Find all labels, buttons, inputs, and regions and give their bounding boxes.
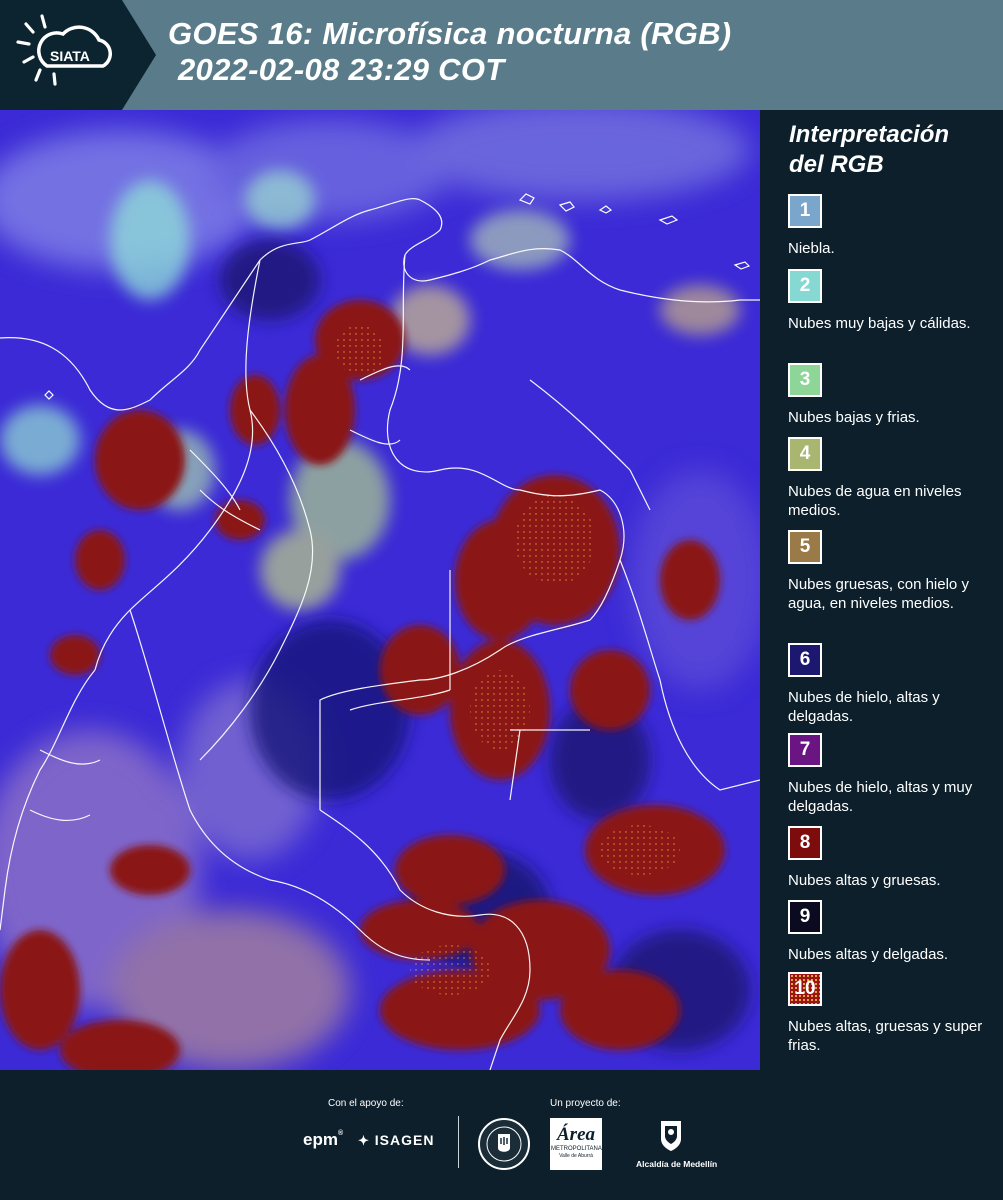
legend-item-7: 7 Nubes de hielo, altas y muy delgadas. bbox=[788, 733, 998, 816]
footer: Con el apoyo de: Un proyecto de: epm® ✦ … bbox=[0, 1070, 1003, 1200]
legend-swatch: 3 bbox=[788, 363, 822, 397]
legend-item-8: 8 Nubes altas y gruesas. bbox=[788, 826, 998, 890]
header-bar: SIATA GOES 16: Microfísica nocturna (RGB… bbox=[0, 0, 1003, 110]
legend-swatch: 6 bbox=[788, 643, 822, 677]
legend-label: Nubes bajas y frias. bbox=[788, 409, 920, 426]
seal-logo[interactable] bbox=[478, 1118, 530, 1170]
legend-label: Nubes gruesas, con hielo y agua, en nive… bbox=[788, 576, 969, 612]
page-title: GOES 16: Microfísica nocturna (RGB) 2022… bbox=[168, 16, 731, 88]
siata-logo[interactable]: SIATA bbox=[0, 0, 156, 110]
legend-item-5: 5 Nubes gruesas, con hielo y agua, en ni… bbox=[788, 530, 998, 613]
title-timestamp: 2022-02-08 23:29 COT bbox=[178, 52, 505, 87]
legend-title: Interpretación del RGB bbox=[789, 121, 950, 178]
project-caption: Un proyecto de: bbox=[550, 1098, 621, 1109]
legend-item-3: 3 Nubes bajas y frias. bbox=[788, 363, 998, 427]
legend-label: Niebla. bbox=[788, 240, 835, 257]
satellite-rgb-image bbox=[0, 110, 760, 1070]
area-metropolitana-logo[interactable]: Área METROPOLITANA Valle de Aburrá bbox=[550, 1118, 602, 1170]
epm-logo[interactable]: epm® bbox=[303, 1130, 343, 1150]
legend-swatch: 9 bbox=[788, 900, 822, 934]
legend-label: Nubes altas y delgadas. bbox=[788, 946, 949, 963]
legend-swatch: 4 bbox=[788, 437, 822, 471]
legend-item-6: 6 Nubes de hielo, altas y delgadas. bbox=[788, 643, 998, 726]
legend-label: Nubes altas y gruesas. bbox=[788, 872, 941, 889]
legend-label: Nubes de hielo, altas y delgadas. bbox=[788, 689, 940, 725]
legend-label: Nubes de agua en niveles medios. bbox=[788, 483, 962, 519]
epm-logo-text: epm bbox=[303, 1130, 338, 1149]
area-logo-title: Área bbox=[557, 1124, 595, 1145]
footer-divider bbox=[458, 1116, 459, 1168]
alcaldia-logo-text: Alcaldía de Medellín bbox=[636, 1159, 718, 1169]
legend-swatch: 10 bbox=[788, 972, 822, 1006]
legend-swatch: 1 bbox=[788, 194, 822, 228]
legend-item-4: 4 Nubes de agua en niveles medios. bbox=[788, 437, 998, 520]
satellite-map[interactable] bbox=[0, 110, 760, 1070]
title-product: GOES 16: Microfísica nocturna (RGB) bbox=[168, 16, 732, 51]
legend-item-1: 1 Niebla. bbox=[788, 194, 998, 258]
isagen-logo[interactable]: ✦ ISAGEN bbox=[358, 1132, 434, 1149]
coat-of-arms-icon bbox=[661, 1121, 681, 1151]
legend-swatch: 5 bbox=[788, 530, 822, 564]
isagen-logo-text: ISAGEN bbox=[374, 1132, 435, 1148]
legend-label: Nubes altas, gruesas y super frias. bbox=[788, 1018, 983, 1054]
legend-item-2: 2 Nubes muy bajas y cálidas. bbox=[788, 269, 998, 333]
area-logo-subtitle: METROPOLITANA bbox=[551, 1146, 602, 1152]
support-caption: Con el apoyo de: bbox=[328, 1098, 404, 1109]
legend-item-9: 9 Nubes altas y delgadas. bbox=[788, 900, 998, 964]
rgb-legend: Interpretación del RGB 1 Niebla. 2 Nubes… bbox=[760, 110, 1003, 1070]
legend-item-10: 10 Nubes altas, gruesas y super frias. bbox=[788, 972, 998, 1055]
legend-swatch: 7 bbox=[788, 733, 822, 767]
seal-icon bbox=[486, 1126, 522, 1162]
isagen-icon: ✦ bbox=[358, 1133, 370, 1148]
svg-text:SIATA: SIATA bbox=[50, 48, 90, 64]
legend-swatch: 2 bbox=[788, 269, 822, 303]
area-logo-subtitle-2: Valle de Aburrá bbox=[559, 1153, 593, 1159]
legend-label: Nubes muy bajas y cálidas. bbox=[788, 315, 971, 332]
legend-swatch: 8 bbox=[788, 826, 822, 860]
legend-label: Nubes de hielo, altas y muy delgadas. bbox=[788, 779, 973, 815]
alcaldia-logo[interactable]: Alcaldía de Medellín bbox=[636, 1118, 718, 1169]
